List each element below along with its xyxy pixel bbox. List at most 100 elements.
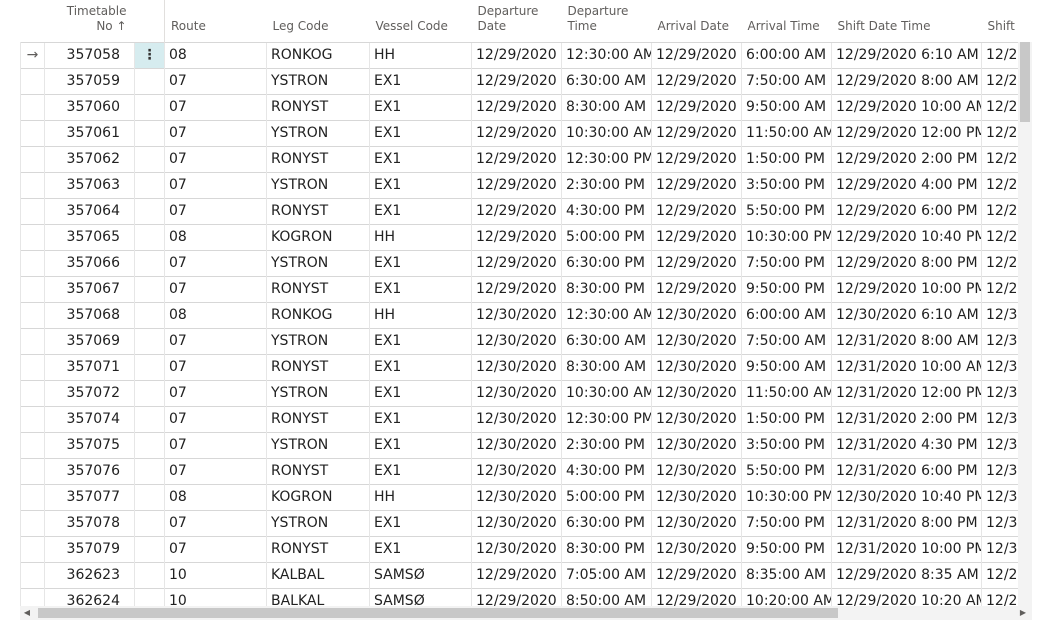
cell-leg[interactable]: YSTRON bbox=[266, 431, 370, 458]
row-actions-cell[interactable] bbox=[134, 93, 165, 120]
cell-leg[interactable]: RONKOG bbox=[266, 301, 370, 328]
cell-no[interactable]: 357062 bbox=[44, 145, 135, 172]
cell-leg[interactable]: KOGRON bbox=[266, 483, 370, 510]
table-row[interactable]: 357066 07 YSTRON EX1 12/29/2020 6:30:00 PM 12/… bbox=[20, 249, 1018, 276]
column-header-shift-d[interactable]: Shift Date bbox=[982, 0, 1019, 42]
table-row[interactable]: 357059 07 YSTRON EX1 12/29/2020 6:30:00 AM 12/… bbox=[20, 67, 1018, 94]
cell-arr-date[interactable]: 12/29/2020 bbox=[651, 119, 742, 146]
cell-vessel[interactable]: EX1 bbox=[369, 249, 472, 276]
cell-dep-time[interactable]: 6:30:00 PM bbox=[561, 249, 652, 276]
cell-arr-time[interactable]: 5:50:00 PM bbox=[741, 457, 832, 484]
cell-no[interactable]: 357065 bbox=[44, 223, 135, 250]
cell-dep-time[interactable]: 10:30:00 AM bbox=[561, 119, 652, 146]
cell-route[interactable]: 07 bbox=[164, 145, 267, 172]
cell-dep-time[interactable]: 6:30:00 AM bbox=[561, 67, 652, 94]
cell-vessel[interactable]: EX1 bbox=[369, 405, 472, 432]
cell-vessel[interactable]: HH bbox=[369, 223, 472, 250]
row-actions-cell[interactable]: ⋮ bbox=[134, 41, 165, 68]
cell-shift-dt[interactable]: 12/31/2020 8:00 PM bbox=[831, 509, 982, 536]
table-row[interactable]: 357064 07 RONYST EX1 12/29/2020 4:30:00 PM 12/… bbox=[20, 197, 1018, 224]
cell-shift-dt[interactable]: 12/31/2020 2:00 PM bbox=[831, 405, 982, 432]
cell-route[interactable]: 10 bbox=[164, 587, 267, 606]
cell-route[interactable]: 07 bbox=[164, 535, 267, 562]
cell-route[interactable]: 07 bbox=[164, 457, 267, 484]
cell-vessel[interactable]: EX1 bbox=[369, 535, 472, 562]
cell-arr-date[interactable]: 12/29/2020 bbox=[651, 67, 742, 94]
cell-arr-date[interactable]: 12/29/2020 bbox=[651, 171, 742, 198]
cell-arr-time[interactable]: 10:30:00 PM bbox=[741, 483, 832, 510]
cell-shift-d[interactable]: 12/29/2020 bbox=[981, 587, 1018, 606]
cell-shift-d[interactable]: 12/29/2020 bbox=[981, 93, 1018, 120]
cell-no[interactable]: 362624 bbox=[44, 587, 135, 606]
cell-arr-time[interactable]: 8:35:00 AM bbox=[741, 561, 832, 588]
cell-arr-date[interactable]: 12/29/2020 bbox=[651, 41, 742, 68]
cell-dep-time[interactable]: 10:30:00 AM bbox=[561, 379, 652, 406]
cell-arr-date[interactable]: 12/29/2020 bbox=[651, 561, 742, 588]
cell-leg[interactable]: RONYST bbox=[266, 457, 370, 484]
table-row[interactable]: 357067 07 RONYST EX1 12/29/2020 8:30:00 PM 12/… bbox=[20, 275, 1018, 302]
row-actions-cell[interactable] bbox=[134, 379, 165, 406]
cell-no[interactable]: 357075 bbox=[44, 431, 135, 458]
cell-dep-time[interactable]: 12:30:00 PM bbox=[561, 405, 652, 432]
table-row[interactable]: 357065 08 KOGRON HH 12/29/2020 5:00:00 PM 12/2… bbox=[20, 223, 1018, 250]
column-header-arr-date[interactable]: Arrival Date bbox=[652, 0, 742, 42]
cell-arr-date[interactable]: 12/29/2020 bbox=[651, 587, 742, 606]
cell-shift-d[interactable]: 12/30/2020 bbox=[981, 301, 1018, 328]
cell-route[interactable]: 07 bbox=[164, 93, 267, 120]
cell-shift-d[interactable]: 12/31/2020 bbox=[981, 431, 1018, 458]
row-actions-cell[interactable] bbox=[134, 197, 165, 224]
cell-dep-time[interactable]: 8:50:00 AM bbox=[561, 587, 652, 606]
column-header-arr-time[interactable]: Arrival Time bbox=[742, 0, 832, 42]
cell-no[interactable]: 357074 bbox=[44, 405, 135, 432]
cell-shift-dt[interactable]: 12/29/2020 8:00 AM bbox=[831, 67, 982, 94]
cell-dep-date[interactable]: 12/29/2020 bbox=[471, 249, 562, 276]
cell-arr-time[interactable]: 1:50:00 PM bbox=[741, 145, 832, 172]
cell-shift-d[interactable]: 12/29/2020 bbox=[981, 223, 1018, 250]
cell-shift-dt[interactable]: 12/31/2020 8:00 AM bbox=[831, 327, 982, 354]
column-header-shift-dt[interactable]: Shift Date Time bbox=[832, 0, 982, 42]
row-actions-cell[interactable] bbox=[134, 457, 165, 484]
cell-shift-d[interactable]: 12/31/2020 bbox=[981, 353, 1018, 380]
cell-vessel[interactable]: EX1 bbox=[369, 145, 472, 172]
row-actions-cell[interactable] bbox=[134, 301, 165, 328]
cell-dep-time[interactable]: 5:00:00 PM bbox=[561, 483, 652, 510]
cell-shift-d[interactable]: 12/29/2020 bbox=[981, 275, 1018, 302]
cell-leg[interactable]: RONKOG bbox=[266, 41, 370, 68]
cell-dep-date[interactable]: 12/30/2020 bbox=[471, 301, 562, 328]
cell-leg[interactable]: RONYST bbox=[266, 145, 370, 172]
cell-arr-date[interactable]: 12/30/2020 bbox=[651, 457, 742, 484]
cell-arr-time[interactable]: 3:50:00 PM bbox=[741, 171, 832, 198]
table-row[interactable]: → 357058 ⋮ 08 RONKOG HH 12/29/2020 12:30:00 AM 1… bbox=[20, 41, 1018, 68]
row-actions-cell[interactable] bbox=[134, 223, 165, 250]
cell-vessel[interactable]: EX1 bbox=[369, 509, 472, 536]
cell-leg[interactable]: YSTRON bbox=[266, 379, 370, 406]
cell-arr-date[interactable]: 12/30/2020 bbox=[651, 483, 742, 510]
cell-leg[interactable]: YSTRON bbox=[266, 249, 370, 276]
table-row[interactable]: 357072 07 YSTRON EX1 12/30/2020 10:30:00 AM 12… bbox=[20, 379, 1018, 406]
cell-dep-time[interactable]: 6:30:00 AM bbox=[561, 327, 652, 354]
row-actions-cell[interactable] bbox=[134, 171, 165, 198]
column-header-no[interactable]: Timetable No ↑ bbox=[45, 0, 135, 42]
cell-shift-d[interactable]: 12/30/2020 bbox=[981, 483, 1018, 510]
cell-shift-dt[interactable]: 12/31/2020 10:00 AM bbox=[831, 353, 982, 380]
cell-arr-date[interactable]: 12/30/2020 bbox=[651, 353, 742, 380]
column-header-leg[interactable]: Leg Code bbox=[267, 0, 370, 42]
cell-route[interactable]: 08 bbox=[164, 41, 267, 68]
cell-vessel[interactable]: EX1 bbox=[369, 353, 472, 380]
cell-arr-date[interactable]: 12/29/2020 bbox=[651, 145, 742, 172]
cell-dep-time[interactable]: 8:30:00 AM bbox=[561, 93, 652, 120]
cell-arr-time[interactable]: 10:30:00 PM bbox=[741, 223, 832, 250]
cell-arr-time[interactable]: 11:50:00 AM bbox=[741, 119, 832, 146]
row-actions-cell[interactable] bbox=[134, 249, 165, 276]
cell-dep-date[interactable]: 12/29/2020 bbox=[471, 119, 562, 146]
cell-no[interactable]: 357064 bbox=[44, 197, 135, 224]
cell-no[interactable]: 357059 bbox=[44, 67, 135, 94]
cell-dep-time[interactable]: 8:30:00 PM bbox=[561, 275, 652, 302]
cell-no[interactable]: 357076 bbox=[44, 457, 135, 484]
cell-arr-time[interactable]: 6:00:00 AM bbox=[741, 301, 832, 328]
cell-no[interactable]: 357072 bbox=[44, 379, 135, 406]
row-actions-cell[interactable] bbox=[134, 535, 165, 562]
cell-arr-date[interactable]: 12/30/2020 bbox=[651, 327, 742, 354]
cell-dep-date[interactable]: 12/30/2020 bbox=[471, 379, 562, 406]
cell-shift-d[interactable]: 12/31/2020 bbox=[981, 457, 1018, 484]
